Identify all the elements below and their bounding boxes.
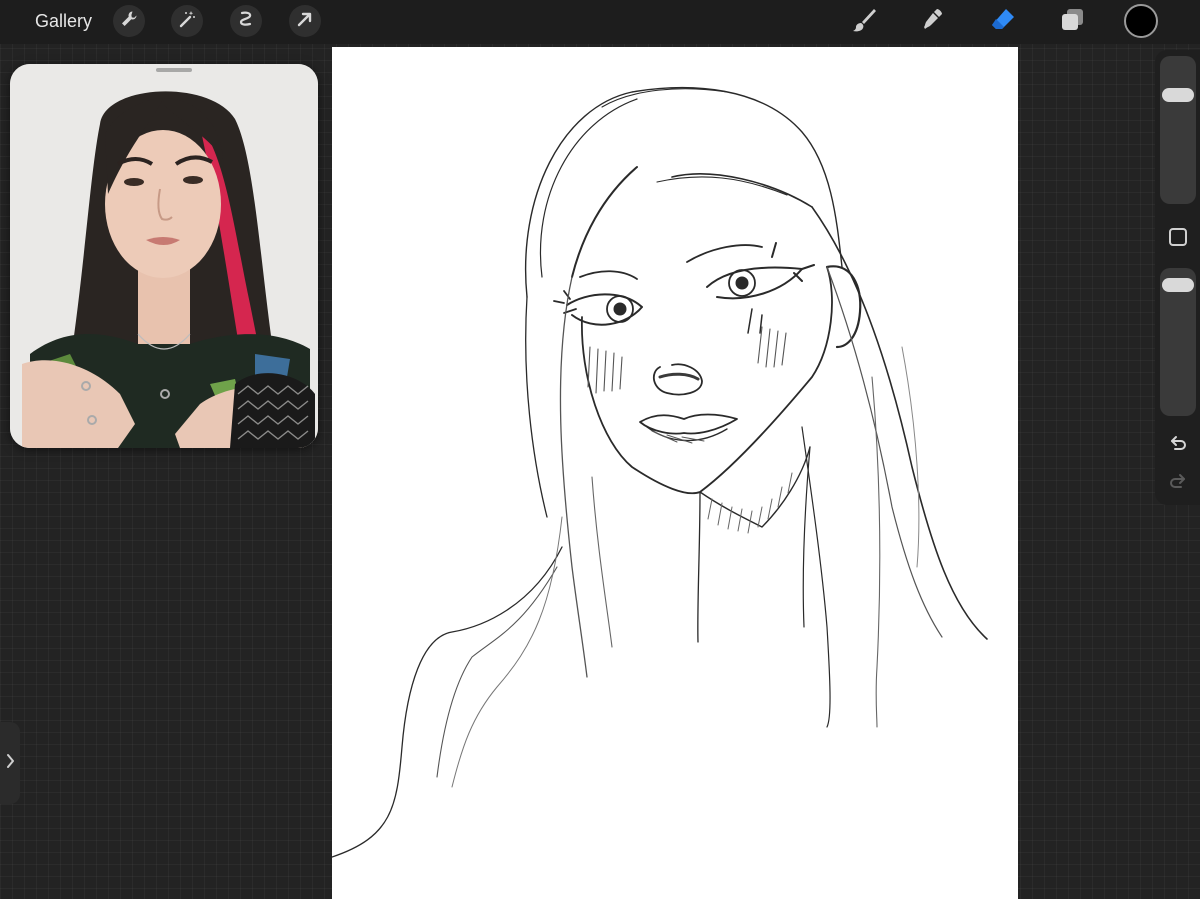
eraser-icon: [988, 5, 1018, 40]
sidebar-toggle-tab[interactable]: [0, 722, 20, 804]
smudge-icon: [918, 5, 948, 40]
selection-icon: [236, 9, 256, 34]
undo-button[interactable]: [1167, 435, 1189, 458]
layers-icon: [1057, 5, 1087, 40]
drawing-canvas[interactable]: [332, 47, 1018, 899]
transform-button[interactable]: [289, 5, 321, 37]
gallery-button[interactable]: Gallery: [35, 10, 92, 32]
brush-size-slider[interactable]: [1160, 56, 1196, 204]
brush-icon: [849, 5, 879, 40]
undo-icon: [1168, 435, 1188, 458]
top-toolbar: Gallery: [0, 0, 1200, 44]
reference-drag-handle[interactable]: [156, 68, 192, 72]
brush-size-thumb[interactable]: [1162, 87, 1194, 102]
adjustments-button[interactable]: [171, 5, 203, 37]
reference-photo: [10, 64, 318, 448]
redo-icon: [1168, 473, 1188, 496]
chevron-right-icon: [5, 753, 15, 774]
eraser-tool[interactable]: [985, 4, 1021, 40]
brush-sidebar: [1155, 50, 1200, 505]
selection-button[interactable]: [230, 5, 262, 37]
opacity-slider[interactable]: [1160, 268, 1196, 416]
sketch-artwork: [332, 86, 988, 858]
smudge-tool[interactable]: [915, 4, 951, 40]
layers-button[interactable]: [1054, 4, 1090, 40]
opacity-thumb[interactable]: [1162, 278, 1194, 293]
wrench-icon: [119, 9, 139, 34]
magic-wand-icon: [177, 9, 197, 34]
reference-window[interactable]: [10, 64, 318, 448]
brush-tool[interactable]: [846, 4, 882, 40]
modify-button[interactable]: [1169, 228, 1187, 246]
actions-button[interactable]: [113, 5, 145, 37]
redo-button[interactable]: [1167, 473, 1189, 496]
color-picker-button[interactable]: [1124, 4, 1158, 38]
transform-arrow-icon: [295, 9, 315, 34]
